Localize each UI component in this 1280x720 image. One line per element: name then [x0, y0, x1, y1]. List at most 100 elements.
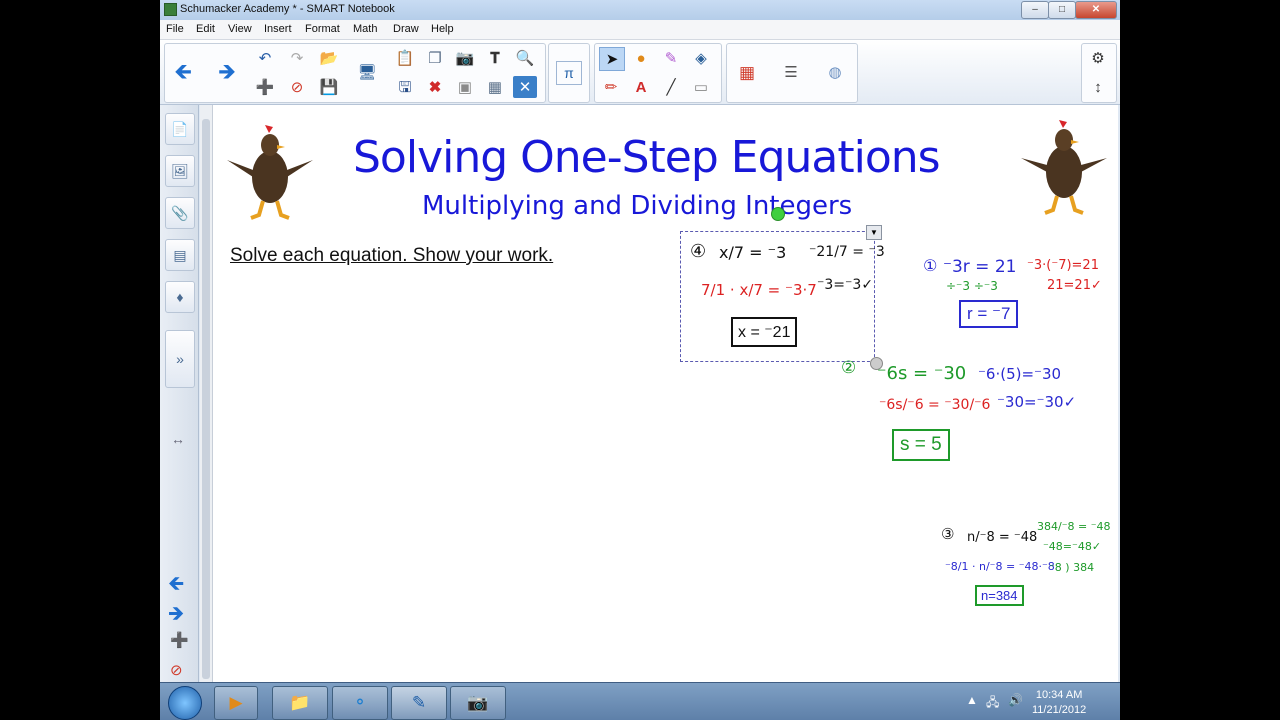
display-screen-icon[interactable]: 🖥	[355, 61, 379, 83]
p1-divide: ÷⁻3 ÷⁻3	[946, 279, 998, 293]
menu-view[interactable]: View	[228, 23, 252, 35]
menu-file[interactable]: File	[166, 23, 184, 35]
p4-answer-box: x = ⁻21	[731, 317, 798, 347]
slide-subtitle: Multiplying and Dividing Integers	[422, 191, 853, 221]
p4-equation: x/7 = ⁻3	[719, 243, 787, 262]
p2-number: ②	[841, 358, 857, 378]
whiteboard-canvas[interactable]: Solving One-Step Equations Multiplying a…	[213, 105, 1118, 682]
save-page-icon[interactable]: 🖫	[393, 76, 417, 98]
select-arrow-icon[interactable]: ➤	[599, 47, 625, 71]
line-style-icon[interactable]: ☰	[779, 61, 803, 83]
toolbar-group-math: π	[548, 43, 590, 103]
menu-insert[interactable]: Insert	[264, 23, 292, 35]
maximize-button[interactable]: □	[1048, 1, 1076, 19]
transparency-icon[interactable]: ◍	[823, 61, 847, 83]
system-clock[interactable]: 10:34 AM 11/21/2012	[1032, 688, 1086, 718]
toolbar-group-tools: ➤ ● ✎ ◈ ✏ A ╱ ▭	[594, 43, 722, 103]
p3-check-2: ⁻48=⁻48✓	[1043, 540, 1102, 553]
fill-icon[interactable]: ◈	[689, 47, 713, 69]
settings-gear-icon[interactable]: ⚙	[1086, 47, 1110, 69]
screen-capture-icon[interactable]: 📷	[453, 47, 477, 69]
show-hidden-icons-icon[interactable]: ▲	[966, 693, 978, 707]
undo-icon[interactable]: ↶	[253, 47, 277, 69]
toolbar: 🡸 🡺 ↶ ↷ 📂 ➕ ⊘ 💾 🖥 📋 ❐ 📷 𝐓 🔍 🖫 ✖ ▣ ▦ ✕ π …	[160, 40, 1120, 105]
next-page-icon[interactable]: 🡺	[215, 61, 239, 83]
p3-answer: n=384	[981, 588, 1018, 603]
scrollbar-thumb[interactable]	[202, 119, 210, 679]
gallery-icon[interactable]: 🖼	[165, 155, 195, 187]
p2-check-2: ⁻30=⁻30✓	[997, 393, 1077, 411]
smart-notebook-taskbar-icon[interactable]: ✎	[391, 686, 447, 720]
table-icon[interactable]: ▦	[483, 76, 507, 98]
p2-answer: s = 5	[900, 434, 942, 455]
close-button[interactable]: ✕	[1075, 1, 1117, 19]
p4-number: ④	[690, 241, 707, 262]
p3-long-division: ⁻8 ) 384	[1049, 561, 1095, 574]
menu-help[interactable]: Help	[431, 23, 454, 35]
save-icon[interactable]: 💾	[317, 76, 341, 98]
menu-draw[interactable]: Draw	[393, 23, 419, 35]
redo-icon[interactable]: ↷	[285, 47, 309, 69]
media-player-icon[interactable]: ▶	[214, 686, 258, 720]
start-button-icon[interactable]	[168, 686, 202, 720]
text-insert-icon[interactable]: 𝐓	[483, 47, 507, 69]
resize-handle-icon[interactable]: ↔	[171, 431, 185, 447]
clock-date: 11/21/2012	[1032, 704, 1087, 716]
p3-multiply: ⁻8/1 · n/⁻8 = ⁻48·⁻8	[945, 560, 1055, 573]
rotate-handle[interactable]	[771, 207, 785, 221]
text-tool-icon[interactable]: A	[629, 76, 653, 98]
add-page-icon[interactable]: ➕	[253, 76, 277, 98]
pens-icon[interactable]: ✏	[599, 76, 623, 98]
p2-divide: ⁻6s/⁻6 = ⁻30/⁻6	[879, 397, 991, 413]
p4-check-2: ⁻3=⁻3✓	[817, 277, 874, 293]
vertical-scrollbar[interactable]	[200, 105, 213, 682]
delete-icon[interactable]: ✖	[423, 76, 447, 98]
p3-number: ③	[941, 525, 955, 543]
taskbar: ▶ 📁 ⚬ ✎ 📷 ▲ 🖧 🔊 10:34 AM 11/21/2012	[160, 682, 1120, 720]
open-folder-icon[interactable]: 📂	[317, 47, 341, 69]
volume-icon[interactable]: 🔊	[1008, 693, 1023, 707]
collapse-panel-icon[interactable]: »	[165, 330, 195, 388]
p2-equation: ⁻6s = ⁻30	[877, 363, 967, 384]
p1-answer-box: r = ⁻7	[959, 300, 1019, 328]
toolbar-position-icon[interactable]: ↕	[1086, 76, 1110, 98]
page-sorter-icon[interactable]: 📄	[165, 113, 195, 145]
previous-page-icon[interactable]: 🡸	[171, 61, 195, 83]
color-palette-icon[interactable]: ▦	[735, 61, 759, 83]
toolbar-group-properties: ▦ ☰ ◍	[726, 43, 858, 103]
network-icon[interactable]: 🖧	[986, 693, 999, 714]
p1-equation: ⁻3r = 21	[943, 257, 1017, 277]
internet-explorer-icon[interactable]: ⚬	[332, 686, 388, 720]
minimize-button[interactable]: –	[1021, 1, 1049, 19]
side-next-page-icon[interactable]: 🡺	[168, 599, 184, 633]
menu-edit[interactable]: Edit	[196, 23, 215, 35]
copy-icon[interactable]: ❐	[423, 47, 447, 69]
p3-answer-box: n=384	[975, 585, 1024, 606]
eraser-icon[interactable]: ▭	[689, 76, 713, 98]
side-prev-page-icon[interactable]: 🡸	[168, 569, 184, 603]
math-pi-icon[interactable]: π	[556, 61, 582, 85]
paste-icon[interactable]: 📋	[393, 47, 417, 69]
side-add-page-icon[interactable]: ➕	[170, 631, 189, 649]
side-delete-page-icon[interactable]: ⊘	[170, 661, 183, 679]
addons-puzzle-icon[interactable]: ♦	[165, 281, 195, 313]
line-tool-icon[interactable]: ╱	[659, 76, 683, 98]
screen-shade-icon[interactable]: ▣	[453, 76, 477, 98]
menu-format[interactable]: Format	[305, 23, 340, 35]
close-panel-icon[interactable]: ✕	[513, 76, 537, 98]
selection-menu-icon[interactable]: ▼	[866, 225, 882, 240]
attachments-icon[interactable]: 📎	[165, 197, 195, 229]
magic-pen-icon[interactable]: ✎	[659, 47, 683, 69]
magnifier-icon[interactable]: 🔍	[513, 47, 537, 69]
file-explorer-icon[interactable]: 📁	[272, 686, 328, 720]
window-title: Schumacker Academy * - SMART Notebook	[180, 3, 395, 15]
slide-title: Solving One-Step Equations	[353, 132, 941, 183]
properties-icon[interactable]: ▤	[165, 239, 195, 271]
title-bar: Schumacker Academy * - SMART Notebook – …	[160, 0, 1120, 21]
dancing-chicken-right	[1021, 120, 1107, 215]
shapes-icon[interactable]: ●	[629, 47, 653, 69]
menu-math[interactable]: Math	[353, 23, 377, 35]
delete-page-icon[interactable]: ⊘	[285, 76, 309, 98]
document-camera-icon[interactable]: 📷	[450, 686, 506, 720]
app-icon	[164, 3, 177, 16]
